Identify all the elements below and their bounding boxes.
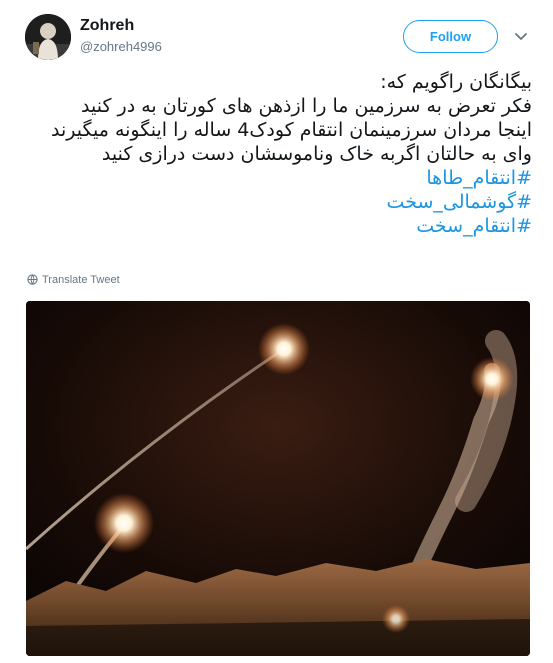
tweet-line: وای به حالتان اگربه خاک وناموسشان دست در… <box>101 143 532 165</box>
hashtag-link[interactable]: #انتقام_طاها <box>20 166 532 190</box>
avatar[interactable] <box>25 14 71 60</box>
user-handle[interactable]: @zohreh4996 <box>80 39 162 54</box>
translate-label: Translate Tweet <box>42 274 120 286</box>
tweet-text: بیگانگان راگویم که: فکر تعرض به سرزمین م… <box>20 70 532 238</box>
tweet-header: Zohreh @zohreh4996 Follow <box>0 0 553 72</box>
hashtag-link[interactable]: #گوشمالی_سخت <box>20 190 532 214</box>
globe-icon <box>27 274 38 288</box>
hashtag-link[interactable]: #انتقام_سخت <box>20 214 532 238</box>
translate-tweet-link[interactable]: Translate Tweet <box>27 274 120 288</box>
user-display-name[interactable]: Zohreh <box>80 17 134 35</box>
follow-button[interactable]: Follow <box>403 20 498 53</box>
tweet-line: بیگانگان راگویم که: <box>380 71 532 93</box>
chevron-down-icon[interactable] <box>512 27 530 45</box>
tweet-line: فکر تعرض به سرزمین ما را ازذهن های کورتا… <box>81 95 532 117</box>
tweet-photo[interactable] <box>26 301 530 656</box>
tweet-line: اینجا مردان سرزمینمان انتقام کودک4 ساله … <box>51 119 532 141</box>
